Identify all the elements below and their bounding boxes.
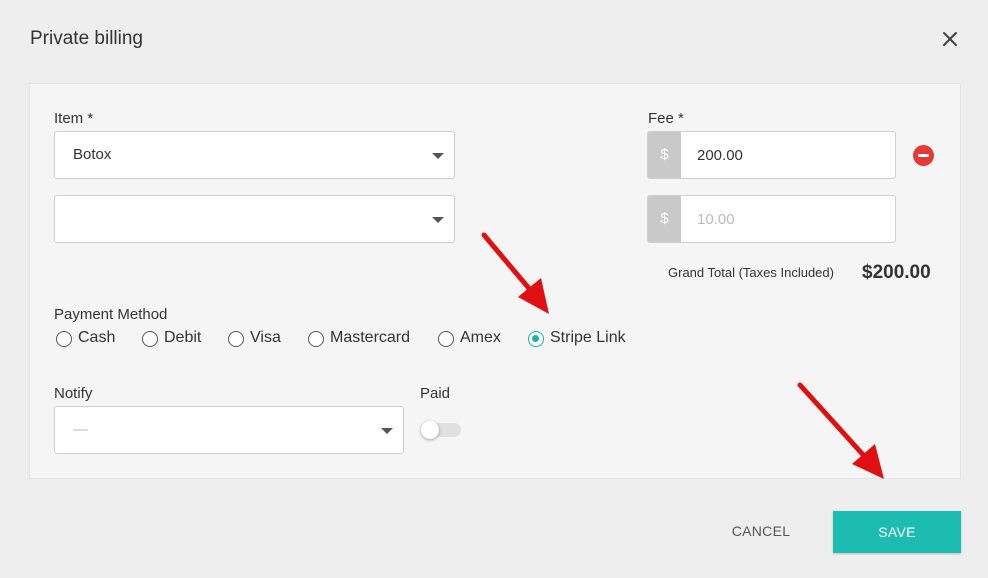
fee-field-1: $ [647,131,896,179]
caret-down-icon [381,428,393,434]
radio-circle-selected [528,331,544,347]
toggle-knob [421,421,439,439]
radio-label: Mastercard [330,329,411,346]
item-label: Item * [54,110,94,127]
notify-select[interactable]: — [54,406,404,454]
radio-circle [228,331,244,347]
radio-label: Visa [250,329,281,346]
item-select-1[interactable]: Botox [54,131,455,179]
notify-select-value: — [73,421,88,438]
fee-field-2: $ [647,195,896,243]
radio-label: Stripe Link [550,329,626,346]
radio-label: Cash [78,329,116,346]
radio-circle [308,331,324,347]
remove-row-button[interactable] [913,145,934,166]
dollar-addon: $ [648,196,681,242]
radio-circle [56,331,72,347]
paid-toggle[interactable] [421,421,461,439]
caret-down-icon [432,217,444,223]
radio-label: Amex [460,329,501,346]
radio-circle [142,331,158,347]
radio-circle [438,331,454,347]
dialog-title: Private billing [30,28,143,49]
payment-method-label: Payment Method [54,306,168,323]
item-select-2[interactable] [54,195,455,243]
fee-input-1[interactable] [681,132,895,178]
close-icon [943,32,957,46]
radio-label: Debit [164,329,202,346]
dollar-addon: $ [648,132,681,178]
paid-label: Paid [420,385,451,402]
close-button[interactable] [938,27,962,51]
notify-label: Notify [54,385,93,402]
caret-down-icon [432,153,444,159]
fee-label: Fee * [648,110,684,127]
item-select-1-value: Botox [73,146,112,163]
cancel-button[interactable]: CANCEL [720,511,802,551]
grand-total-label: Grand Total (Taxes Included) [668,265,834,280]
save-button[interactable]: SAVE [833,511,961,553]
fee-input-2[interactable] [681,196,895,242]
grand-total-value: $200.00 [862,262,931,283]
